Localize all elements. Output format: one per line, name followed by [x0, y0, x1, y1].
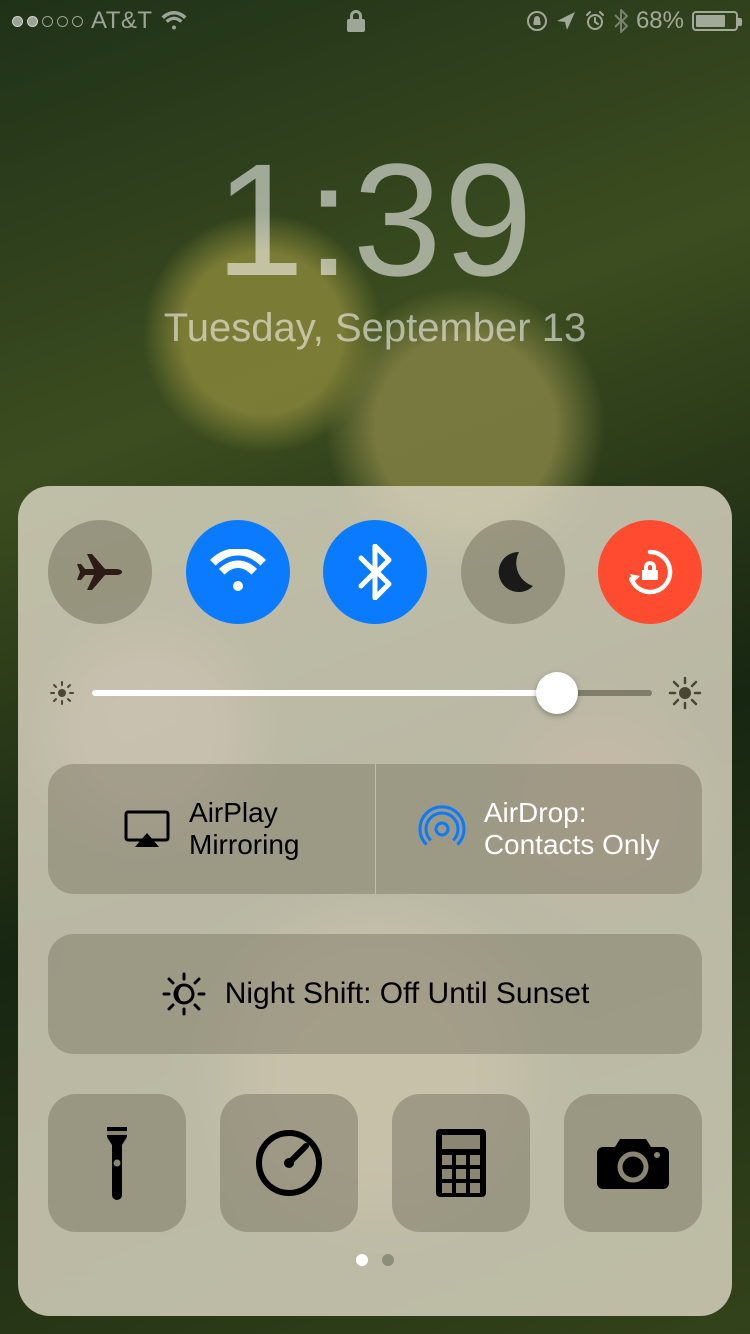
status-center: [187, 9, 526, 33]
timer-icon: [254, 1128, 324, 1198]
camera-button[interactable]: [564, 1094, 702, 1232]
quick-apps-row: [48, 1094, 702, 1232]
brightness-track[interactable]: [92, 690, 652, 696]
rotation-lock-status-icon: [526, 10, 548, 32]
status-right: 68%: [526, 7, 738, 35]
alarm-icon: [584, 10, 606, 32]
airplay-button[interactable]: AirPlay Mirroring: [48, 764, 375, 894]
rotation-lock-toggle[interactable]: [598, 520, 702, 624]
calculator-icon: [434, 1127, 488, 1199]
location-icon: [556, 11, 576, 31]
signal-dot: [42, 16, 53, 27]
wifi-icon: [210, 549, 266, 595]
status-bar: AT&T 68%: [0, 0, 750, 42]
camera-icon: [595, 1135, 671, 1191]
lock-clock: 1:39 Tuesday, September 13: [0, 140, 750, 351]
control-center-panel[interactable]: AirPlay Mirroring AirDrop: Contacts Only: [18, 486, 732, 1316]
bluetooth-icon: [358, 544, 392, 600]
brightness-thumb[interactable]: [536, 672, 578, 714]
airplane-mode-toggle[interactable]: [48, 520, 152, 624]
flashlight-button[interactable]: [48, 1094, 186, 1232]
signal-dot: [72, 16, 83, 27]
night-shift-icon: [161, 971, 207, 1017]
toggle-row: [48, 520, 702, 624]
wifi-toggle[interactable]: [186, 520, 290, 624]
signal-dot: [27, 16, 38, 27]
lock-time: 1:39: [0, 140, 750, 300]
airplay-label: AirPlay Mirroring: [189, 797, 299, 861]
brightness-slider[interactable]: [48, 676, 702, 710]
airdrop-icon: [418, 805, 466, 853]
airplay-airdrop-row: AirPlay Mirroring AirDrop: Contacts Only: [48, 764, 702, 894]
carrier-label: AT&T: [91, 7, 153, 35]
page-dot[interactable]: [382, 1254, 394, 1266]
wifi-icon: [161, 11, 187, 31]
signal-dot: [12, 16, 23, 27]
lock-icon: [347, 9, 365, 33]
bluetooth-status-icon: [614, 9, 628, 33]
calculator-button[interactable]: [392, 1094, 530, 1232]
page-indicator[interactable]: [48, 1254, 702, 1266]
brightness-high-icon: [668, 676, 702, 710]
airdrop-label: AirDrop: Contacts Only: [484, 797, 660, 861]
night-shift-button[interactable]: Night Shift: Off Until Sunset: [48, 934, 702, 1054]
airplane-icon: [72, 544, 128, 600]
battery-percent: 68%: [636, 7, 684, 35]
airplay-icon: [123, 809, 171, 849]
brightness-low-icon: [48, 679, 76, 707]
bluetooth-toggle[interactable]: [323, 520, 427, 624]
battery-icon: [692, 11, 738, 31]
timer-button[interactable]: [220, 1094, 358, 1232]
flashlight-icon: [97, 1125, 137, 1201]
do-not-disturb-toggle[interactable]: [461, 520, 565, 624]
status-left: AT&T: [12, 7, 187, 35]
signal-dot: [57, 16, 68, 27]
signal-dots: [12, 16, 83, 27]
night-shift-label: Night Shift: Off Until Sunset: [225, 977, 590, 1011]
moon-icon: [489, 548, 537, 596]
page-dot[interactable]: [356, 1254, 368, 1266]
lock-date: Tuesday, September 13: [0, 306, 750, 351]
rotation-lock-icon: [622, 544, 678, 600]
airdrop-button[interactable]: AirDrop: Contacts Only: [375, 764, 703, 894]
